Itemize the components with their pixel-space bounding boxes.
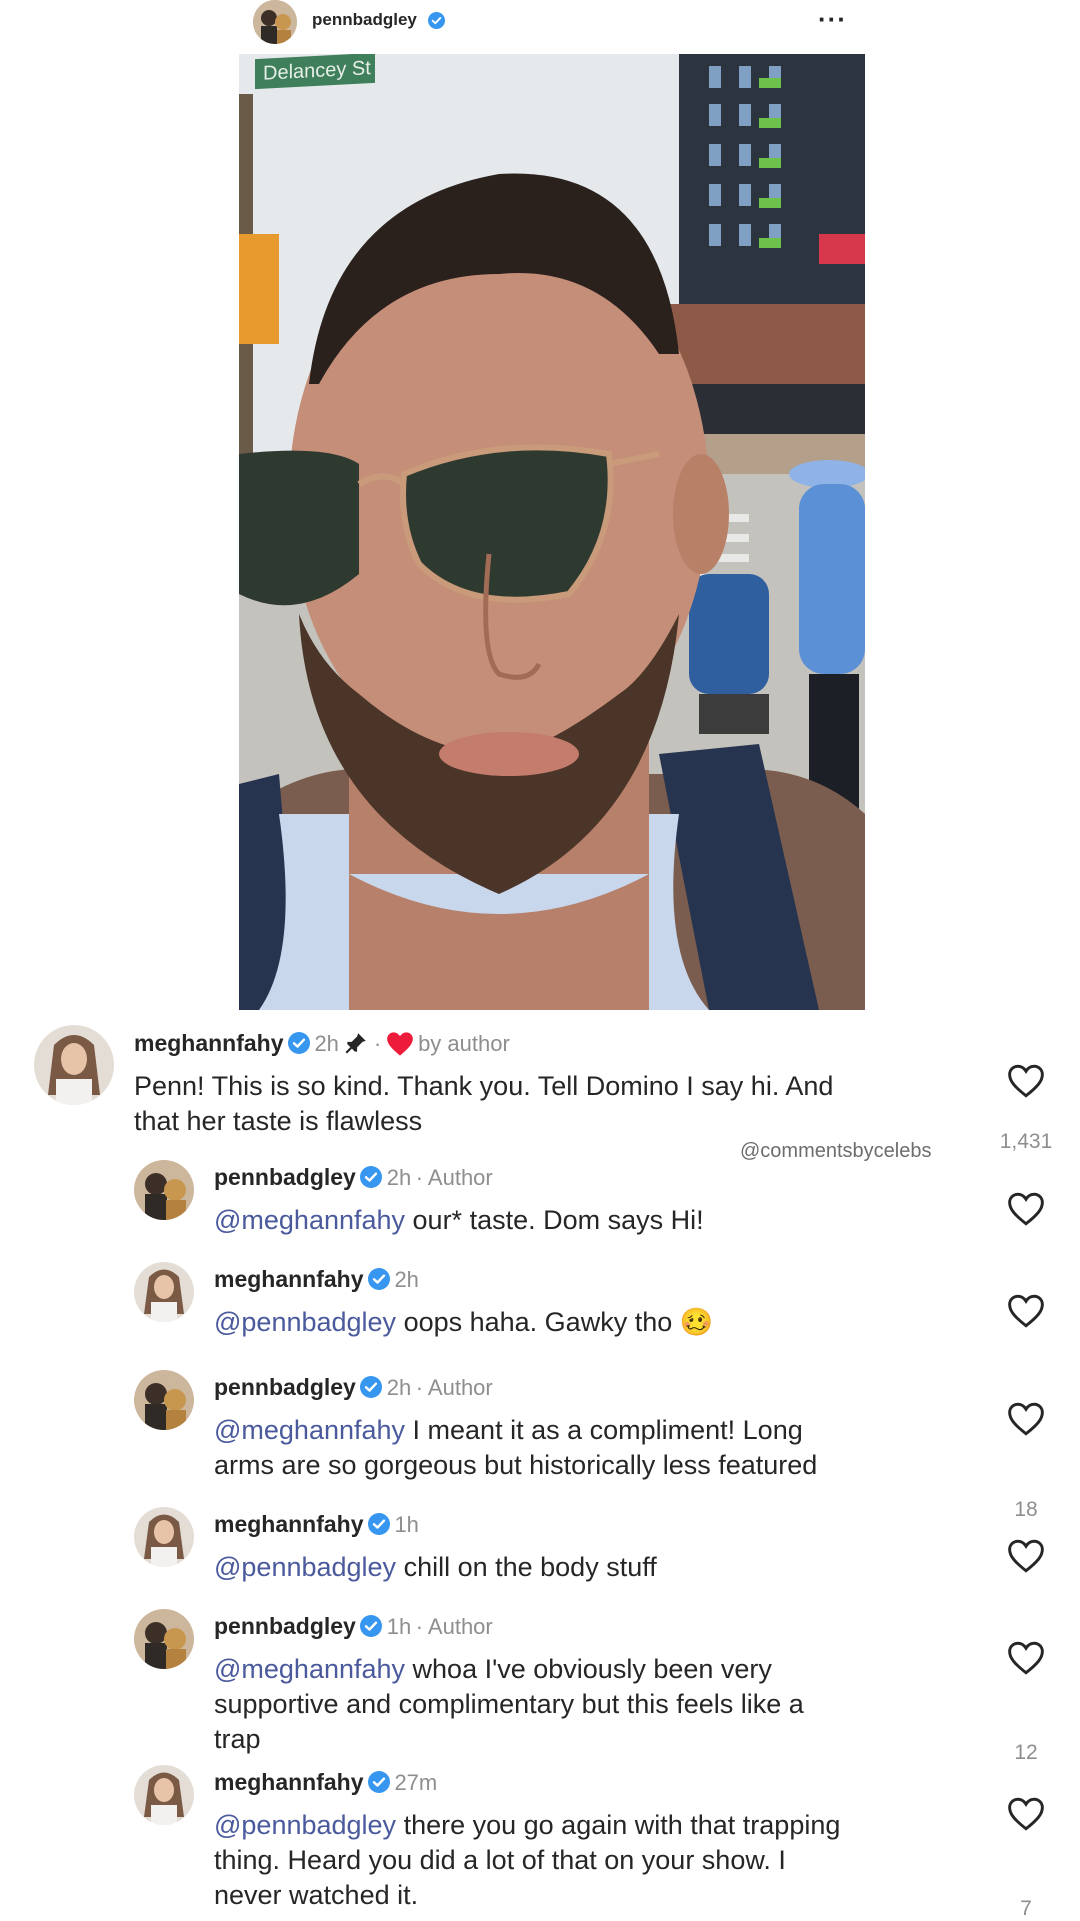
reply-text: @meghannfahy I meant it as a compliment!…	[214, 1413, 974, 1483]
reply-body: oops haha. Gawky tho 🥴	[396, 1307, 714, 1337]
post-media[interactable]: Delancey St	[239, 54, 865, 1010]
verified-badge-icon	[367, 1268, 390, 1290]
reply-text-line: @meghannfahy whoa I've obviously been ve…	[214, 1652, 974, 1687]
comment-avatar[interactable]	[34, 1025, 114, 1105]
mention-link[interactable]: @meghannfahy	[214, 1654, 405, 1684]
like-count: 12	[1014, 1741, 1038, 1764]
like-heart-icon[interactable]	[1006, 1063, 1046, 1099]
like-count: 1,431	[999, 1130, 1053, 1153]
reply-time: 1h	[394, 1512, 419, 1537]
reply-header: pennbadgley 2h · Author	[214, 1164, 493, 1191]
reply-body: whoa I've obviously been very	[405, 1654, 772, 1684]
like-count: 7	[1020, 1897, 1032, 1920]
reply-text-line: @meghannfahy our* taste. Dom says Hi!	[214, 1203, 974, 1238]
reply-text-line: trap	[214, 1724, 261, 1754]
like-heart-icon[interactable]	[1006, 1293, 1046, 1329]
author-tag: · Author	[415, 1165, 493, 1190]
liked-by-author-label: by author	[418, 1031, 510, 1056]
reply-body: our* taste. Dom says Hi!	[405, 1205, 704, 1235]
comment-text-line: that her taste is flawless	[134, 1106, 423, 1136]
reply-time: 1h	[386, 1614, 412, 1639]
reply-text-line: thing. Heard you did a lot of that on yo…	[214, 1845, 786, 1875]
reply-avatar[interactable]	[134, 1765, 194, 1825]
reply-time: 27m	[394, 1770, 438, 1795]
reply-text-line: arms are so gorgeous but historically le…	[214, 1450, 818, 1480]
reply-text-line: @meghannfahy I meant it as a compliment!…	[214, 1413, 974, 1448]
verified-badge-icon	[360, 1166, 383, 1188]
verified-badge-icon	[287, 1032, 310, 1054]
reply-text: @pennbadgley chill on the body stuff	[214, 1550, 974, 1585]
reply-username[interactable]: meghannfahy	[214, 1769, 364, 1795]
verified-badge-icon	[367, 1513, 390, 1535]
reply-text: @meghannfahy whoa I've obviously been ve…	[214, 1652, 974, 1757]
author-liked-heart-icon	[386, 1032, 413, 1056]
verified-badge-icon	[360, 1376, 383, 1398]
reply-username[interactable]: meghannfahy	[214, 1511, 364, 1537]
comment-text: Penn! This is so kind. Thank you. Tell D…	[134, 1069, 964, 1139]
comment-username[interactable]: meghannfahy	[134, 1030, 284, 1056]
author-tag: · Author	[415, 1614, 493, 1639]
reply-username[interactable]: pennbadgley	[214, 1613, 356, 1639]
reply-avatar[interactable]	[134, 1507, 194, 1567]
reply-text-line: supportive and complimentary but this fe…	[214, 1689, 804, 1719]
reply-text-line: @pennbadgley there you go again with tha…	[214, 1808, 974, 1843]
pin-icon	[345, 1033, 367, 1054]
like-heart-icon[interactable]	[1006, 1401, 1046, 1437]
like-heart-icon[interactable]	[1006, 1640, 1046, 1676]
mention-link[interactable]: @pennbadgley	[214, 1552, 396, 1582]
like-heart-icon[interactable]	[1006, 1796, 1046, 1832]
verified-badge-icon	[367, 1771, 390, 1793]
reply-text: @pennbadgley oops haha. Gawky tho 🥴	[214, 1305, 974, 1340]
verified-badge-icon	[428, 12, 445, 29]
reply-text-line: @pennbadgley chill on the body stuff	[214, 1550, 974, 1585]
mention-link[interactable]: @pennbadgley	[214, 1307, 396, 1337]
reply-avatar[interactable]	[134, 1370, 194, 1430]
reply-header: meghannfahy 2h	[214, 1266, 419, 1293]
meta-separator: ·	[373, 1031, 382, 1056]
comment-text-line: Penn! This is so kind. Thank you. Tell D…	[134, 1071, 834, 1101]
mention-link[interactable]: @meghannfahy	[214, 1415, 405, 1445]
reply-body: I meant it as a compliment! Long	[405, 1415, 803, 1445]
reply-header: meghannfahy 1h	[214, 1511, 419, 1538]
reply-username[interactable]: pennbadgley	[214, 1374, 356, 1400]
reply-header: meghannfahy 27m	[214, 1769, 437, 1796]
reply-username[interactable]: meghannfahy	[214, 1266, 364, 1292]
reply-text-line: never watched it.	[214, 1880, 419, 1910]
post-author-avatar[interactable]	[253, 0, 297, 44]
watermark: @commentsbycelebs	[740, 1140, 932, 1162]
reply-text: @pennbadgley there you go again with tha…	[214, 1808, 974, 1913]
reply-body: chill on the body stuff	[396, 1552, 657, 1582]
comment-header: meghannfahy 2h · by author	[134, 1030, 510, 1057]
like-heart-icon[interactable]	[1006, 1538, 1046, 1574]
mention-link[interactable]: @meghannfahy	[214, 1205, 405, 1235]
reply-username[interactable]: pennbadgley	[214, 1164, 356, 1190]
post-author-username[interactable]: pennbadgley	[312, 10, 417, 30]
like-count: 18	[1014, 1498, 1038, 1521]
reply-header: pennbadgley 2h · Author	[214, 1374, 493, 1401]
comment-time: 2h	[314, 1031, 339, 1056]
reply-header: pennbadgley 1h · Author	[214, 1613, 493, 1640]
reply-avatar[interactable]	[134, 1262, 194, 1322]
verified-badge-icon	[360, 1615, 383, 1637]
reply-text: @meghannfahy our* taste. Dom says Hi!	[214, 1203, 974, 1238]
reply-time: 2h	[386, 1375, 412, 1400]
like-heart-icon[interactable]	[1006, 1191, 1046, 1227]
author-tag: · Author	[415, 1375, 493, 1400]
reply-body: there you go again with that trapping	[396, 1810, 841, 1840]
more-options-button[interactable]: ···	[818, 4, 847, 34]
reply-avatar[interactable]	[134, 1160, 194, 1220]
reply-time: 2h	[394, 1267, 419, 1292]
reply-avatar[interactable]	[134, 1609, 194, 1669]
post-photo	[239, 54, 865, 1010]
mention-link[interactable]: @pennbadgley	[214, 1810, 396, 1840]
reply-time: 2h	[386, 1165, 412, 1190]
reply-text-line: @pennbadgley oops haha. Gawky tho 🥴	[214, 1305, 974, 1340]
